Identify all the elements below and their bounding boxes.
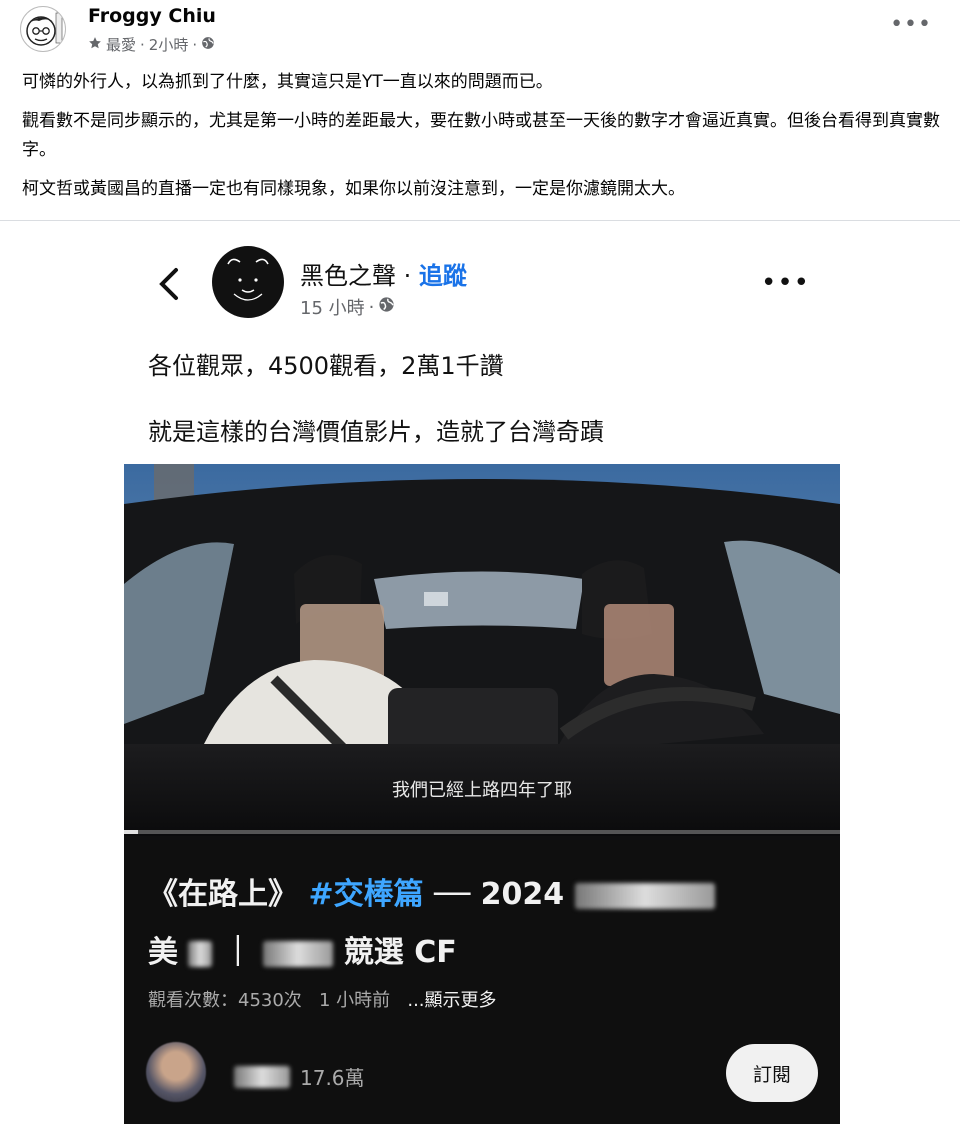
view-count: 觀看次數：4530次	[148, 990, 302, 1011]
video-title-text: ── 2024	[434, 877, 565, 912]
subscriber-count: 17.6萬	[300, 1066, 365, 1090]
post-paragraph: 可憐的外行人，以為抓到了什麼，其實這只是YT一直以來的問題而已。	[22, 72, 553, 92]
blurred-text	[188, 940, 213, 967]
video-title-text: 競選 CF	[343, 935, 457, 970]
video-progress-fill	[124, 830, 139, 834]
post-meta: 最愛 · 2小時 ·	[88, 34, 215, 55]
divider	[0, 220, 960, 221]
globe-icon	[201, 36, 215, 54]
more-dots-icon[interactable]: •••	[890, 12, 932, 37]
more-dots-icon[interactable]: •••	[761, 268, 810, 298]
shared-post-text: 各位觀眾，4500觀看，2萬1千讚	[148, 352, 504, 380]
video-meta: 觀看次數：4530次 1 小時前 ...顯示更多	[148, 986, 497, 1012]
channel-avatar[interactable]	[146, 1042, 206, 1102]
post-paragraph: 柯文哲或黃國昌的直播一定也有同樣現象，如果你以前沒注意到，一定是你濾鏡開太大。	[22, 179, 685, 199]
page-name: 黑色之聲 · 追蹤	[300, 262, 467, 290]
post-paragraph: 觀看數不是同步顯示的，尤其是第一小時的差距最大，要在數小時或甚至一天後的數字才會…	[22, 111, 940, 160]
author-avatar[interactable]	[20, 6, 66, 52]
blurred-channel-name	[234, 1065, 290, 1088]
page-avatar[interactable]	[212, 246, 284, 318]
video-player[interactable]: 我們已經上路四年了耶	[124, 464, 840, 836]
audience-label[interactable]: 最愛	[106, 34, 136, 55]
blurred-text	[574, 882, 715, 909]
video-subtitle: 我們已經上路四年了耶	[392, 780, 572, 801]
upload-time: 1 小時前	[318, 990, 391, 1011]
star-icon	[88, 36, 102, 54]
blurred-text	[263, 940, 334, 967]
author-name[interactable]: Froggy Chiu	[88, 5, 216, 27]
follow-link[interactable]: 追蹤	[419, 262, 467, 290]
post-header: Froggy Chiu 最愛 · 2小時 · •••	[0, 0, 960, 64]
video-title-text: 《在路上》	[148, 877, 298, 912]
attached-screenshot[interactable]: 黑色之聲 · 追蹤 15 小時 · ••• 各位觀眾，4500觀看，2萬1千讚 …	[124, 232, 840, 1124]
video-hashtag[interactable]: #交棒篇	[308, 877, 423, 912]
subscribe-button[interactable]: 訂閱	[726, 1044, 818, 1102]
channel-info[interactable]: 17.6萬	[234, 1062, 365, 1091]
shared-post-meta: 15 小時 ·	[300, 294, 395, 320]
shared-post-time[interactable]: 15 小時	[300, 294, 365, 320]
video-progress-bar[interactable]	[124, 830, 840, 834]
chevron-left-icon[interactable]	[156, 266, 180, 309]
globe-icon	[378, 296, 395, 318]
show-more-link[interactable]: ...顯示更多	[407, 990, 496, 1011]
post-body: 可憐的外行人，以為抓到了什麼，其實這只是YT一直以來的問題而已。 觀看數不是同步…	[22, 68, 942, 214]
page-name-text[interactable]: 黑色之聲	[300, 262, 396, 290]
video-title[interactable]: 《在路上》 #交棒篇 ── 2024 美 ｜ 競選 CF	[148, 866, 828, 982]
shared-post-text: 就是這樣的台灣價值影片，造就了台灣奇蹟	[148, 418, 604, 446]
post-time[interactable]: 2小時	[149, 34, 189, 55]
video-title-text: ｜	[222, 935, 253, 970]
video-title-text: 美	[148, 935, 178, 970]
video-info-panel: 《在路上》 #交棒篇 ── 2024 美 ｜ 競選 CF 觀看次數：4530次 …	[124, 836, 840, 1124]
